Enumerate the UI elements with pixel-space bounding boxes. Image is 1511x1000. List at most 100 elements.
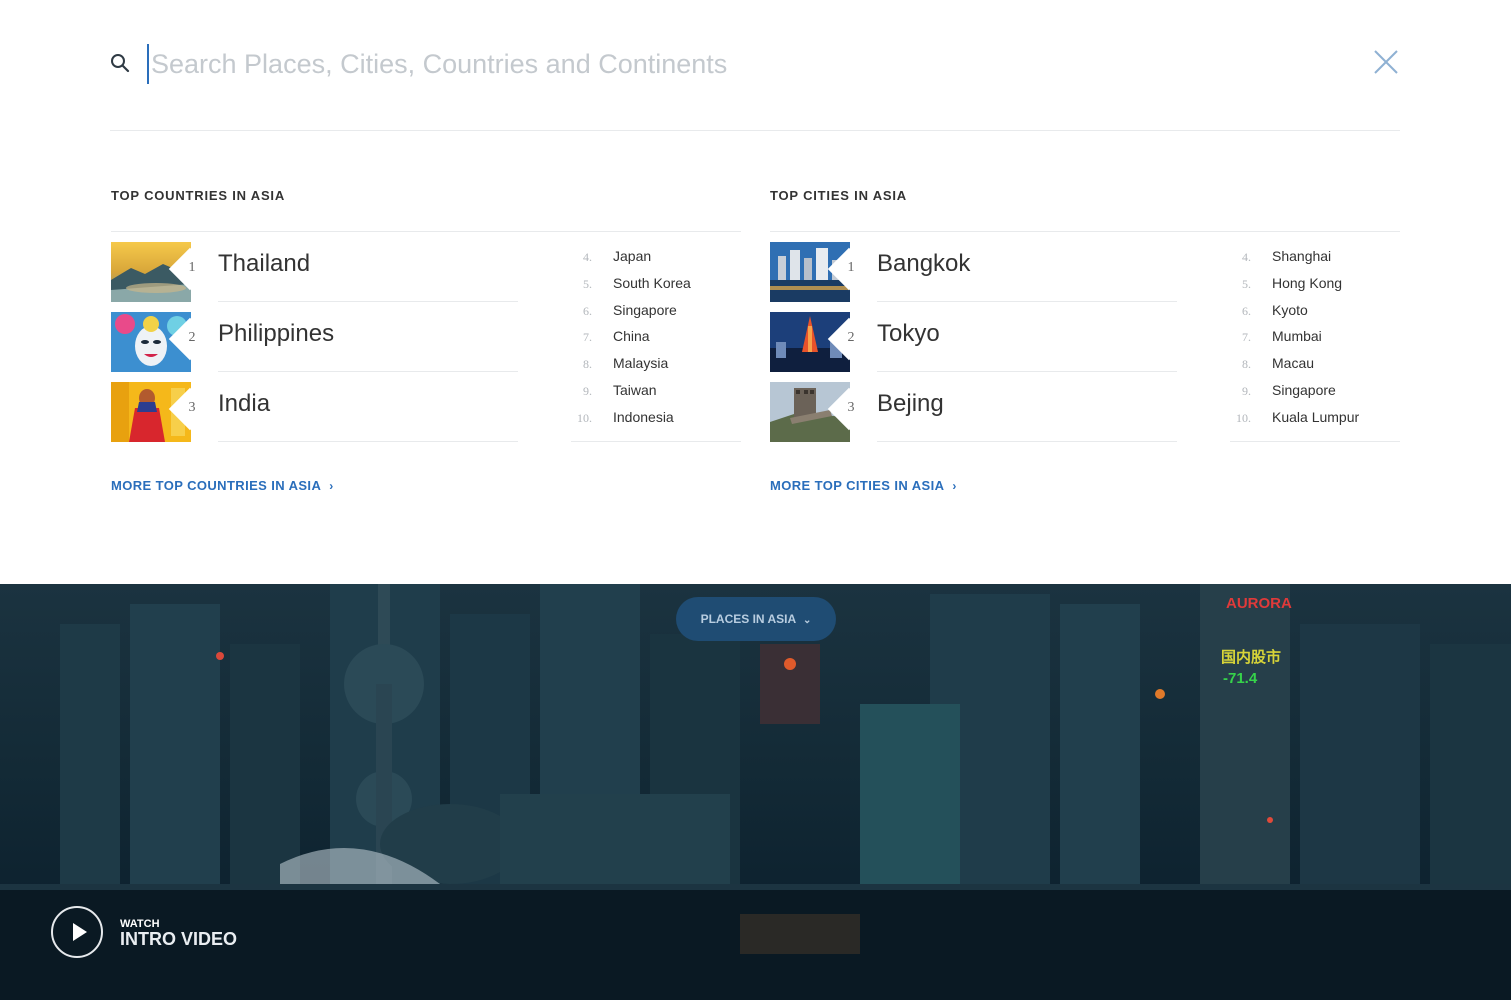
rank-number: 2 xyxy=(847,330,855,345)
country-name[interactable]: Indonesia xyxy=(613,409,674,425)
rank-number: 1 xyxy=(188,260,196,275)
rank-number: 9. xyxy=(583,383,592,398)
list-item[interactable]: 5. South Korea xyxy=(571,273,741,300)
hero-video-banner: AURORA 国内股市 -71.4 PLACES IN ASIA ⌄ WATCH… xyxy=(0,584,1511,1000)
intro-video-label[interactable]: INTRO VIDEO xyxy=(120,929,237,950)
list-item[interactable]: 7. China xyxy=(571,326,741,353)
top-city-item[interactable]: 1 Bangkok xyxy=(770,242,1180,312)
list-item[interactable]: 9. Taiwan xyxy=(571,380,741,407)
city-name[interactable]: Bejing xyxy=(877,390,944,418)
list-item[interactable]: 10. Indonesia xyxy=(571,407,741,434)
rank-number: 2 xyxy=(188,330,196,345)
search-bar xyxy=(110,40,1400,90)
list-item[interactable]: 8. Macau xyxy=(1230,353,1400,380)
list-item[interactable]: 9. Singapore xyxy=(1230,380,1400,407)
city-name[interactable]: Bangkok xyxy=(877,250,970,278)
rank-number: 6. xyxy=(583,303,592,318)
top-cities-section: TOP CITIES IN ASIA 1 Bangkok 2 Tokyo 3 B… xyxy=(770,188,1400,493)
section-divider xyxy=(770,231,1400,232)
top-country-item[interactable]: 3 India xyxy=(111,382,521,452)
places-in-asia-dropdown[interactable]: PLACES IN ASIA ⌄ xyxy=(676,597,836,641)
dropdown-label: PLACES IN ASIA xyxy=(700,612,796,626)
more-link-label: MORE TOP COUNTRIES IN ASIA xyxy=(111,478,322,493)
search-input[interactable] xyxy=(147,44,1327,84)
item-divider xyxy=(877,441,1177,442)
rank-number: 7. xyxy=(583,330,592,345)
chevron-right-icon: › xyxy=(329,479,334,493)
rank-number: 8. xyxy=(1242,357,1251,372)
item-divider xyxy=(877,301,1177,302)
country-name[interactable]: China xyxy=(613,328,650,344)
rank-number: 3 xyxy=(188,400,196,415)
search-icon xyxy=(111,54,130,73)
rank-number: 5. xyxy=(1242,276,1251,291)
top-city-item[interactable]: 2 Tokyo xyxy=(770,312,1180,382)
item-divider xyxy=(218,371,518,372)
stock-value-sign: -71.4 xyxy=(1223,670,1258,687)
rank-number: 6. xyxy=(1242,303,1251,318)
country-name[interactable]: Philippines xyxy=(218,320,334,348)
item-divider xyxy=(877,371,1177,372)
country-name[interactable]: Singapore xyxy=(613,302,677,318)
list-item[interactable]: 6. Singapore xyxy=(571,300,741,327)
search-overlay-panel: TOP COUNTRIES IN ASIA 1 Thailand xyxy=(0,0,1511,584)
rank-number: 9. xyxy=(1242,383,1251,398)
rank-number: 4. xyxy=(583,250,592,264)
country-name[interactable]: Japan xyxy=(613,248,651,264)
list-item[interactable]: 10. Kuala Lumpur xyxy=(1230,407,1400,434)
section-heading: TOP CITIES IN ASIA xyxy=(770,188,907,203)
rank-number: 8. xyxy=(583,357,592,372)
list-divider xyxy=(1230,441,1400,442)
country-name[interactable]: South Korea xyxy=(613,275,691,291)
list-item[interactable]: 5. Hong Kong xyxy=(1230,273,1400,300)
more-cities-link[interactable]: MORE TOP CITIES IN ASIA › xyxy=(770,478,957,493)
city-name[interactable]: Shanghai xyxy=(1272,248,1331,264)
top-city-item[interactable]: 3 Bejing xyxy=(770,382,1180,452)
rank-number: 10. xyxy=(577,410,592,425)
city-name[interactable]: Kuala Lumpur xyxy=(1272,409,1359,425)
country-name[interactable]: Taiwan xyxy=(613,382,657,398)
city-name[interactable]: Mumbai xyxy=(1272,328,1322,344)
city-name[interactable]: Kyoto xyxy=(1272,302,1308,318)
play-icon xyxy=(73,923,87,941)
list-item[interactable]: 4. Japan xyxy=(571,246,741,273)
list-item[interactable]: 7. Mumbai xyxy=(1230,326,1400,353)
rank-number: 10. xyxy=(1236,410,1251,425)
top-countries-list: 1 Thailand 2 Philippines 3 India xyxy=(111,242,521,452)
rank-number: 5. xyxy=(583,276,592,291)
chevron-down-icon: ⌄ xyxy=(803,615,812,626)
city-name[interactable]: Singapore xyxy=(1272,382,1336,398)
section-divider xyxy=(111,231,741,232)
search-divider xyxy=(110,130,1400,131)
list-divider xyxy=(571,441,741,442)
play-video-button[interactable] xyxy=(51,906,103,958)
item-divider xyxy=(218,301,518,302)
more-countries-list: 4. Japan 5. South Korea 6. Singapore 7. Chin… xyxy=(571,246,741,434)
list-item[interactable]: 6. Kyoto xyxy=(1230,300,1400,327)
country-name[interactable]: India xyxy=(218,390,270,418)
city-name[interactable]: Tokyo xyxy=(877,320,940,348)
rank-number: 3 xyxy=(847,400,855,415)
more-countries-link[interactable]: MORE TOP COUNTRIES IN ASIA › xyxy=(111,478,334,493)
aurora-sign: AURORA xyxy=(1226,595,1292,612)
more-cities-list: 4. Shanghai 5. Hong Kong 6. Kyoto 7. Mumbai … xyxy=(1230,246,1400,434)
close-icon[interactable] xyxy=(1372,48,1400,76)
top-cities-list: 1 Bangkok 2 Tokyo 3 Bejing xyxy=(770,242,1180,452)
city-name[interactable]: Hong Kong xyxy=(1272,275,1342,291)
more-link-label: MORE TOP CITIES IN ASIA xyxy=(770,478,945,493)
item-divider xyxy=(218,441,518,442)
country-name[interactable]: Malaysia xyxy=(613,355,668,371)
top-countries-section: TOP COUNTRIES IN ASIA 1 Thailand 2 Phili… xyxy=(111,188,741,493)
rank-number: 7. xyxy=(1242,330,1251,345)
list-item[interactable]: 8. Malaysia xyxy=(571,353,741,380)
stock-sign: 国内股市 xyxy=(1221,649,1282,666)
chevron-right-icon: › xyxy=(952,479,957,493)
top-country-item[interactable]: 2 Philippines xyxy=(111,312,521,382)
section-heading: TOP COUNTRIES IN ASIA xyxy=(111,188,286,203)
city-name[interactable]: Macau xyxy=(1272,355,1314,371)
rank-number: 1 xyxy=(847,260,855,275)
rank-number: 4. xyxy=(1242,250,1251,264)
list-item[interactable]: 4. Shanghai xyxy=(1230,246,1400,273)
top-country-item[interactable]: 1 Thailand xyxy=(111,242,521,312)
country-name[interactable]: Thailand xyxy=(218,250,310,278)
